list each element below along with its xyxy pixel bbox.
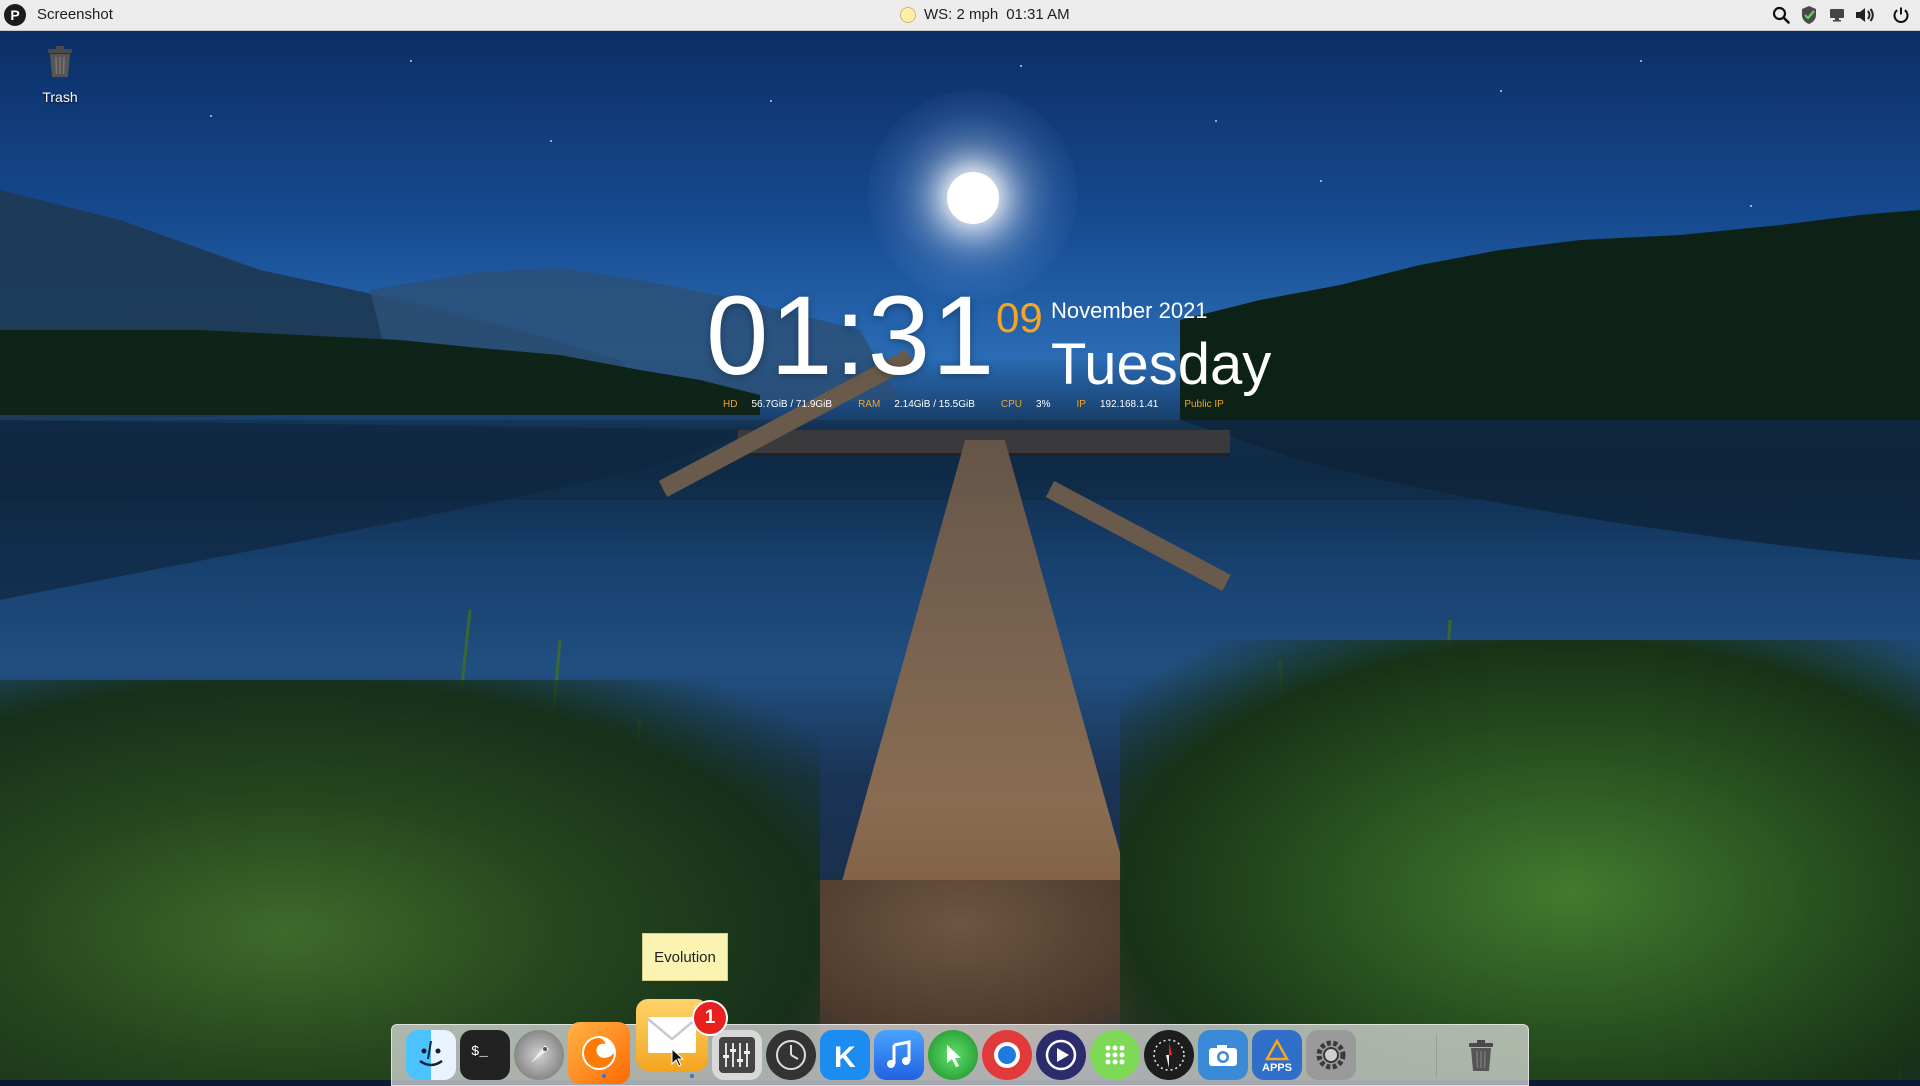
grass-right <box>1120 640 1920 1080</box>
star <box>1640 60 1642 62</box>
star <box>410 60 412 62</box>
equalizer-icon[interactable] <box>712 1030 762 1080</box>
k-app-icon[interactable]: K <box>820 1030 870 1080</box>
green-app-icon[interactable] <box>928 1030 978 1080</box>
star <box>1215 120 1217 122</box>
stat-key-cpu: CPU <box>1000 399 1023 410</box>
time-machine-icon[interactable] <box>766 1030 816 1080</box>
svg-text:$_: $_ <box>471 1044 488 1060</box>
widget-clock-day: 09 <box>996 294 1043 341</box>
trash-icon <box>48 46 72 77</box>
moon <box>947 172 999 224</box>
weather-clock[interactable]: WS: 2 mph 01:31 AM <box>900 6 1070 23</box>
shield-check-icon[interactable] <box>1796 0 1822 30</box>
desktop-wallpaper <box>0 0 1920 1080</box>
star <box>770 100 772 102</box>
desktop-icon-label: Trash <box>42 89 78 105</box>
clock-text: 01:31 AM <box>1006 6 1070 23</box>
music-icon[interactable] <box>874 1030 924 1080</box>
star <box>1020 65 1022 67</box>
launchpad-icon[interactable] <box>514 1030 564 1080</box>
stat-key-hd: HD <box>723 399 738 410</box>
star <box>1320 180 1322 182</box>
trash-icon[interactable] <box>1456 1030 1506 1080</box>
screen-recorder-icon[interactable] <box>982 1030 1032 1080</box>
camera-icon[interactable] <box>1198 1030 1248 1080</box>
svg-text:APPS: APPS <box>1262 1062 1292 1074</box>
terminal-icon[interactable]: $_ <box>460 1030 510 1080</box>
stat-value-cpu: 3% <box>1036 399 1051 410</box>
launcher-grid-icon[interactable] <box>1090 1030 1140 1080</box>
app-store-icon[interactable]: APPS <box>1252 1030 1302 1080</box>
display-icon[interactable] <box>1824 0 1850 30</box>
weather-text: WS: 2 mph <box>924 6 999 23</box>
desktop-icon-trash[interactable]: Trash <box>30 44 90 105</box>
widget-clock-month: November 2021 <box>1051 298 1208 323</box>
volume-icon[interactable] <box>1852 0 1878 30</box>
settings-icon[interactable] <box>1306 1030 1356 1080</box>
system-tray <box>1766 0 1920 30</box>
system-stats: HD 56.7GiB / 71.9GiB RAM 2.14GiB / 15.5G… <box>723 399 1238 410</box>
mouse-cursor-icon <box>671 1048 685 1067</box>
distro-logo-icon[interactable]: P <box>4 4 26 26</box>
stat-value-ip: 192.168.1.41 <box>1099 399 1159 410</box>
widget-clock-weekday: Tuesday <box>1051 332 1272 397</box>
stat-key-ip: IP <box>1076 399 1086 410</box>
star <box>1750 205 1752 207</box>
stat-value-hd: 56.7GiB / 71.9GiB <box>751 399 833 410</box>
running-indicator <box>602 1074 606 1078</box>
dock: $_ K APPS <box>391 999 1529 1086</box>
widget-clock-time: 01:31 <box>706 273 997 398</box>
dock-tooltip: Evolution <box>642 933 728 981</box>
stat-key-public-ip: Public IP <box>1184 399 1224 410</box>
mail-unread-badge: 1 <box>692 1000 728 1036</box>
compass-icon[interactable] <box>1144 1030 1194 1080</box>
star <box>1500 90 1502 92</box>
search-icon[interactable] <box>1768 0 1794 30</box>
star <box>550 140 552 142</box>
top-menu-bar: P Screenshot WS: 2 mph 01:31 AM <box>0 0 1920 31</box>
power-icon[interactable] <box>1888 0 1914 30</box>
star <box>210 115 212 117</box>
active-app-name[interactable]: Screenshot <box>37 6 113 23</box>
stat-value-ram: 2.14GiB / 15.5GiB <box>894 399 975 410</box>
stat-key-ram: RAM <box>858 399 881 410</box>
video-player-icon[interactable] <box>1036 1030 1086 1080</box>
dock-separator <box>1436 1035 1437 1077</box>
running-indicator <box>690 1074 694 1078</box>
weather-moon-icon <box>900 6 916 23</box>
firefox-icon[interactable] <box>568 1022 630 1084</box>
svg-text:K: K <box>834 1041 856 1074</box>
finder-icon[interactable] <box>406 1030 456 1080</box>
